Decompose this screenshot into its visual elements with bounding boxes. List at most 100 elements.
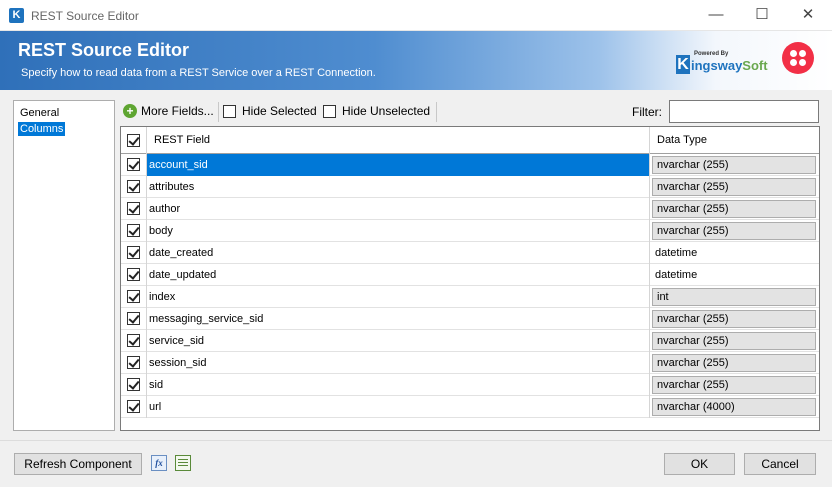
toolbar-divider — [218, 102, 219, 122]
row-checkbox-cell — [121, 242, 147, 264]
table-row[interactable]: account_sid nvarchar (255) — [121, 154, 819, 176]
rest-field-cell[interactable]: index — [147, 286, 650, 308]
columns-toolbar: + More Fields... Hide Selected Hide Unse… — [120, 100, 820, 124]
more-fields-button[interactable]: + More Fields... — [123, 104, 214, 118]
data-type-cell[interactable]: datetime — [650, 242, 819, 264]
ok-button[interactable]: OK — [664, 453, 735, 475]
data-type-value[interactable]: nvarchar (255) — [652, 376, 816, 394]
more-fields-label: More Fields... — [141, 104, 214, 118]
rest-field-cell[interactable]: attributes — [147, 176, 650, 198]
data-type-cell[interactable]: int — [650, 286, 819, 308]
row-checkbox-cell — [121, 198, 147, 220]
table-row[interactable]: service_sid nvarchar (255) — [121, 330, 819, 352]
select-all-cell — [121, 127, 147, 154]
data-type-value[interactable]: nvarchar (255) — [652, 332, 816, 350]
table-row[interactable]: body nvarchar (255) — [121, 220, 819, 242]
data-type-cell[interactable]: nvarchar (255) — [650, 154, 819, 176]
refresh-component-button[interactable]: Refresh Component — [14, 453, 142, 475]
table-row[interactable]: session_sid nvarchar (255) — [121, 352, 819, 374]
row-checkbox[interactable] — [127, 180, 140, 193]
row-checkbox[interactable] — [127, 400, 140, 413]
table-row[interactable]: author nvarchar (255) — [121, 198, 819, 220]
hide-selected-checkbox[interactable]: Hide Selected — [223, 104, 317, 118]
rest-field-cell[interactable]: messaging_service_sid — [147, 308, 650, 330]
banner-subtitle: Specify how to read data from a REST Ser… — [21, 67, 376, 79]
data-type-value[interactable]: nvarchar (255) — [652, 156, 816, 174]
data-type-cell[interactable]: nvarchar (4000) — [650, 396, 819, 418]
data-type-value: datetime — [655, 247, 698, 259]
rest-field-cell[interactable]: url — [147, 396, 650, 418]
app-icon: K — [9, 8, 24, 23]
hide-unselected-checkbox[interactable]: Hide Unselected — [323, 104, 430, 118]
maximize-button[interactable]: ☐ — [739, 0, 785, 31]
row-checkbox[interactable] — [127, 224, 140, 237]
data-type-value[interactable]: nvarchar (4000) — [652, 398, 816, 416]
data-type-cell[interactable]: nvarchar (255) — [650, 220, 819, 242]
rest-field-cell[interactable]: date_updated — [147, 264, 650, 286]
row-checkbox[interactable] — [127, 378, 140, 391]
banner-title: REST Source Editor — [18, 40, 190, 60]
filter-input[interactable] — [669, 100, 819, 123]
grid-header: REST Field Data Type — [121, 127, 819, 154]
row-checkbox[interactable] — [127, 202, 140, 215]
data-type-value: datetime — [655, 269, 698, 281]
hide-unselected-label: Hide Unselected — [342, 104, 431, 118]
row-checkbox[interactable] — [127, 312, 140, 325]
table-row[interactable]: index int — [121, 286, 819, 308]
title-bar: K REST Source Editor — ☐ ✕ — [0, 0, 832, 31]
close-button[interactable]: ✕ — [785, 0, 831, 31]
table-row[interactable]: url nvarchar (4000) — [121, 396, 819, 418]
nav-item-columns[interactable]: Columns — [18, 122, 66, 136]
row-checkbox[interactable] — [127, 290, 140, 303]
row-checkbox[interactable] — [127, 334, 140, 347]
data-type-value[interactable]: nvarchar (255) — [652, 200, 816, 218]
data-type-value[interactable]: nvarchar (255) — [652, 310, 816, 328]
row-checkbox[interactable] — [127, 158, 140, 171]
window-title: REST Source Editor — [31, 9, 139, 23]
minimize-button[interactable]: — — [693, 0, 739, 31]
data-type-cell[interactable]: nvarchar (255) — [650, 330, 819, 352]
table-row[interactable]: sid nvarchar (255) — [121, 374, 819, 396]
rest-field-cell[interactable]: service_sid — [147, 330, 650, 352]
data-type-cell[interactable]: nvarchar (255) — [650, 352, 819, 374]
checkbox-icon — [323, 104, 336, 118]
data-type-value[interactable]: int — [652, 288, 816, 306]
header-rest-field[interactable]: REST Field — [147, 127, 650, 154]
cancel-button[interactable]: Cancel — [744, 453, 816, 475]
dialog-footer: Refresh Component fx OK Cancel — [0, 440, 832, 487]
data-type-cell[interactable]: nvarchar (255) — [650, 176, 819, 198]
select-all-checkbox[interactable] — [127, 134, 140, 147]
row-checkbox-cell — [121, 220, 147, 242]
row-checkbox-cell — [121, 154, 147, 176]
rest-field-cell[interactable]: sid — [147, 374, 650, 396]
rest-field-cell[interactable]: body — [147, 220, 650, 242]
data-type-value[interactable]: nvarchar (255) — [652, 354, 816, 372]
row-checkbox[interactable] — [127, 356, 140, 369]
rest-field-cell[interactable]: session_sid — [147, 352, 650, 374]
data-type-cell[interactable]: nvarchar (255) — [650, 374, 819, 396]
nav-item-general[interactable]: General — [18, 106, 61, 120]
expression-fx-icon[interactable]: fx — [151, 455, 167, 471]
toolbar-divider — [436, 102, 437, 122]
row-checkbox-cell — [121, 330, 147, 352]
rest-field-cell[interactable]: date_created — [147, 242, 650, 264]
header-data-type[interactable]: Data Type — [650, 127, 819, 154]
row-checkbox-cell — [121, 176, 147, 198]
data-type-value[interactable]: nvarchar (255) — [652, 222, 816, 240]
checkbox-icon — [223, 104, 236, 118]
row-checkbox[interactable] — [127, 246, 140, 259]
data-type-cell[interactable]: nvarchar (255) — [650, 198, 819, 220]
table-row[interactable]: date_updated datetime — [121, 264, 819, 286]
rest-field-cell[interactable]: account_sid — [147, 154, 650, 176]
data-type-cell[interactable]: nvarchar (255) — [650, 308, 819, 330]
data-type-value[interactable]: nvarchar (255) — [652, 178, 816, 196]
table-row[interactable]: attributes nvarchar (255) — [121, 176, 819, 198]
table-row[interactable]: date_created datetime — [121, 242, 819, 264]
row-checkbox[interactable] — [127, 268, 140, 281]
rest-field-cell[interactable]: author — [147, 198, 650, 220]
data-type-cell[interactable]: datetime — [650, 264, 819, 286]
row-checkbox-cell — [121, 396, 147, 418]
twilio-logo-icon — [782, 42, 814, 74]
table-row[interactable]: messaging_service_sid nvarchar (255) — [121, 308, 819, 330]
column-mapping-icon[interactable] — [175, 455, 191, 471]
